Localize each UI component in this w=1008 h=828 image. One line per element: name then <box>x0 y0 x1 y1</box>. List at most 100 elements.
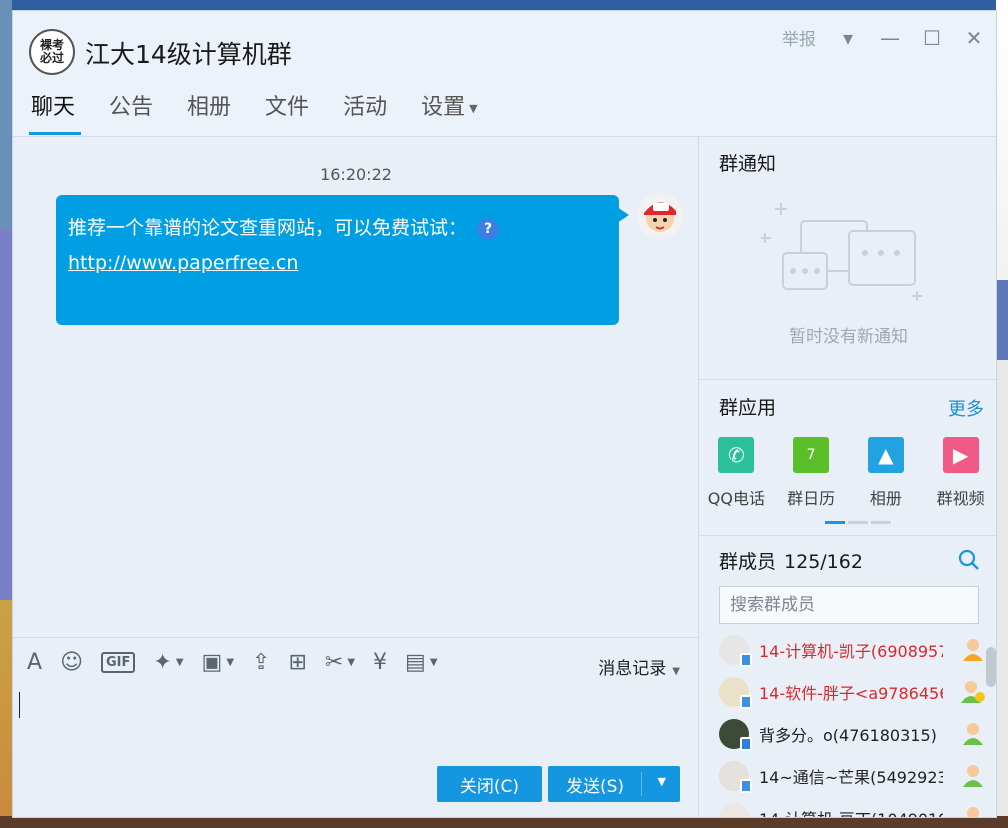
close-icon[interactable]: ✕ <box>964 26 984 50</box>
empty-notice-illustration-icon <box>761 203 922 301</box>
member-name: 14-计算机-豆丁(1049019 <box>759 806 943 817</box>
font-icon[interactable]: A <box>27 650 42 675</box>
tab-bar: 聊天 公告 相册 文件 活动 设置 ▼ <box>28 89 478 135</box>
members-count: 125/162 <box>784 551 863 573</box>
title-actions: 举报 ▾ — ☐ ✕ <box>782 25 984 51</box>
mobile-icon <box>740 695 752 709</box>
message-bubble: 推荐一个靠谱的论文查重网站，可以免费试试：? http://www.paperf… <box>56 195 629 325</box>
gif-icon[interactable]: GIF <box>101 652 136 673</box>
input-toolbar: A ☺ GIF ✦ ▼ ▣ ▼ ⇪ ⊞ ✂ ▼ ¥ ▤ ▼ <box>27 650 438 675</box>
text-input-caret[interactable] <box>19 692 20 718</box>
group-chat-window: 裸考 必过 江大14级计算机群 举报 ▾ — ☐ ✕ 聊天 公告 相册 文件 活… <box>12 10 997 818</box>
chat-record-icon[interactable]: ▤ ▼ <box>405 650 438 675</box>
member-status-icon <box>963 765 983 787</box>
tab-album[interactable]: 相册 <box>187 89 231 135</box>
avatar <box>719 635 752 667</box>
message-area[interactable]: 16:20:22 推荐一个靠谱的论文查重网站，可以免费试试：? http://w… <box>13 137 699 637</box>
phone-icon: ✆ <box>718 437 755 473</box>
magic-icon[interactable]: ✦ ▼ <box>153 650 183 675</box>
upload-icon[interactable]: ⇪ <box>252 650 270 675</box>
member-name: 14-计算机-凯子(6908957 <box>759 642 943 661</box>
list-item[interactable]: 14-软件-胖子<a9786456 <box>699 671 989 713</box>
dropdown-menu-icon[interactable]: ▾ <box>838 26 858 50</box>
avatar <box>719 677 752 709</box>
send-button[interactable]: 发送(S) ▼ <box>548 766 680 802</box>
right-panel: 群通知 暂时没有新通知 群应用 更多 ✆ QQ电话 7 群日历 ▲ 相册 ▶ 群… <box>699 137 996 817</box>
send-options-icon[interactable]: ▼ <box>658 775 666 788</box>
list-item[interactable]: 14-计算机-豆丁(1049019 <box>699 797 989 817</box>
app-label: 群视频 <box>936 489 985 508</box>
member-name: 14~通信~芒果(5492923 <box>759 768 943 787</box>
photo-icon: ▲ <box>867 437 904 473</box>
mobile-icon <box>740 779 752 793</box>
security-shield-icon[interactable]: ? <box>477 217 500 240</box>
report-button[interactable]: 举报 <box>782 25 816 50</box>
app-label: 相册 <box>869 489 902 508</box>
group-notice-title: 群通知 <box>719 153 777 175</box>
apps-page-indicator[interactable] <box>825 521 891 524</box>
avatar-text-line-2: 必过 <box>39 51 64 65</box>
page-dot[interactable] <box>848 521 868 524</box>
avatar <box>719 803 749 817</box>
group-apps-list: ✆ QQ电话 7 群日历 ▲ 相册 ▶ 群视频 <box>699 437 996 509</box>
desktop-background-right <box>996 0 1008 828</box>
app-label: QQ电话 <box>707 489 765 508</box>
badge-icon <box>740 737 752 751</box>
message-history-label: 消息记录 <box>598 659 667 679</box>
tab-settings[interactable]: 设置 ▼ <box>421 89 477 135</box>
tab-announcement[interactable]: 公告 <box>109 89 153 135</box>
message-link[interactable]: http://www.paperfree.cn <box>68 246 607 281</box>
message-text: 推荐一个靠谱的论文查重网站，可以免费试试： <box>68 217 468 239</box>
calendar-icon: 7 <box>793 437 830 473</box>
app-qq-call[interactable]: ✆ QQ电话 <box>699 437 774 509</box>
maximize-icon[interactable]: ☐ <box>922 26 942 50</box>
members-label: 群成员 <box>719 551 777 573</box>
more-apps-link[interactable]: 更多 <box>948 395 984 421</box>
close-button[interactable]: 关闭(C) <box>437 766 542 802</box>
chevron-down-icon: ▼ <box>672 666 680 677</box>
tab-files[interactable]: 文件 <box>265 89 309 135</box>
group-apps-title: 群应用 <box>719 397 777 419</box>
video-icon: ▶ <box>942 437 979 473</box>
group-avatar[interactable]: 裸考 必过 <box>29 29 75 75</box>
message-history-button[interactable]: 消息记录 ▼ <box>598 654 680 679</box>
tab-activities[interactable]: 活动 <box>343 89 387 135</box>
list-item[interactable]: 14-计算机-凯子(6908957 <box>699 629 989 671</box>
member-list-scrollbar[interactable] <box>986 647 996 687</box>
avatar <box>719 719 752 751</box>
tab-settings-label: 设置 <box>421 95 466 120</box>
app-album[interactable]: ▲ 相册 <box>849 437 924 509</box>
gift-icon[interactable]: ⊞ <box>288 650 306 675</box>
image-icon[interactable]: ▣ ▼ <box>202 650 235 675</box>
chevron-down-icon: ▼ <box>469 101 478 115</box>
section-divider <box>699 535 996 536</box>
red-packet-icon[interactable]: ¥ <box>373 650 387 675</box>
emoji-icon[interactable]: ☺ <box>60 650 83 675</box>
search-icon[interactable] <box>958 549 980 576</box>
page-dot[interactable] <box>871 521 891 524</box>
admin-star-icon <box>961 681 985 703</box>
list-item[interactable]: 14~通信~芒果(5492923 <box>699 755 989 797</box>
avatar <box>719 761 752 793</box>
app-group-video[interactable]: ▶ 群视频 <box>923 437 996 509</box>
input-area: A ☺ GIF ✦ ▼ ▣ ▼ ⇪ ⊞ ✂ ▼ ¥ ▤ ▼ 消息记录 ▼ 关闭(C) 发送… <box>13 637 699 817</box>
member-status-icon <box>963 639 983 661</box>
list-item[interactable]: 背多分。o(476180315) <box>699 713 989 755</box>
member-name: 背多分。o(476180315) <box>759 726 937 745</box>
member-status-icon <box>963 723 983 745</box>
send-button-label: 发送(S) <box>566 776 625 797</box>
scissors-icon[interactable]: ✂ ▼ <box>325 650 355 675</box>
desktop-background-left <box>0 0 12 828</box>
minimize-icon[interactable]: — <box>880 26 900 50</box>
send-button-separator <box>641 772 642 796</box>
mobile-icon <box>740 653 752 667</box>
notice-empty-text: 暂时没有新通知 <box>789 327 908 347</box>
app-group-calendar[interactable]: 7 群日历 <box>774 437 849 509</box>
member-search-input[interactable]: 搜索群成员 <box>719 586 979 624</box>
page-dot[interactable] <box>825 521 845 524</box>
tab-chat[interactable]: 聊天 <box>28 89 82 135</box>
sender-avatar[interactable] <box>637 193 683 239</box>
window-title: 江大14级计算机群 <box>85 40 292 69</box>
member-name: 14-软件-胖子<a9786456 <box>759 684 943 703</box>
member-list: 14-计算机-凯子(6908957 14-软件-胖子<a9786456 背多分。… <box>699 629 989 817</box>
